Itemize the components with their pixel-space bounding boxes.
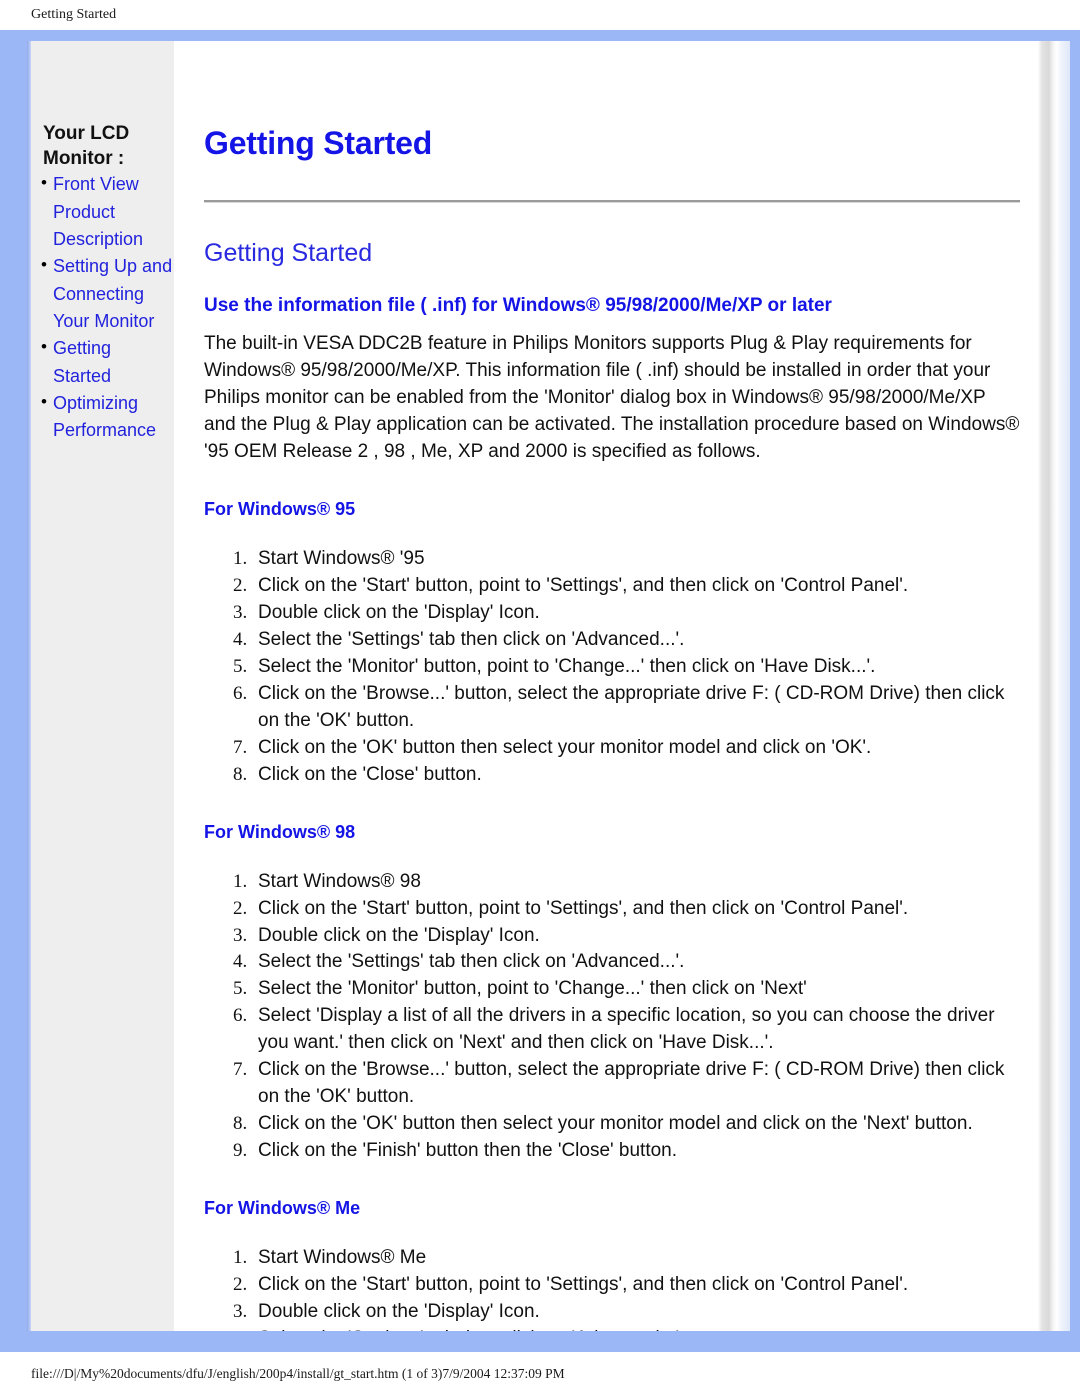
sidebar-item-label[interactable]: Setting Up and Connecting Your Monitor bbox=[53, 256, 172, 331]
document-page: Your LCD Monitor : • Front View Product … bbox=[31, 41, 1070, 1331]
sidebar-item-label[interactable]: Front View Product Description bbox=[53, 174, 143, 249]
list-item: Double click on the 'Display' Icon. bbox=[252, 1299, 1020, 1326]
os-heading-windows-me: For Windows® Me bbox=[204, 1198, 361, 1219]
bullet-icon: • bbox=[41, 173, 47, 193]
steps-list-windows-me: Start Windows® Me Click on the 'Start' b… bbox=[204, 1219, 1020, 1331]
list-item: Select 'Display a list of all the driver… bbox=[252, 1003, 1020, 1057]
sidebar-item-label[interactable]: Getting Started bbox=[53, 338, 111, 385]
footer-file-path: file:///D|/My%20documents/dfu/J/english/… bbox=[31, 1366, 565, 1381]
sidebar-inner: Your LCD Monitor : • Front View Product … bbox=[31, 121, 174, 445]
list-item: Double click on the 'Display' Icon. bbox=[252, 923, 1020, 950]
list-item: Click on the 'Browse...' button, select … bbox=[252, 681, 1020, 735]
page-frame: Your LCD Monitor : • Front View Product … bbox=[0, 30, 1080, 1352]
bullet-icon: • bbox=[41, 337, 47, 357]
list-item: Click on the 'Browse...' button, select … bbox=[252, 1057, 1020, 1111]
bullet-icon: • bbox=[41, 255, 47, 275]
list-item: Click on the 'OK' button then select you… bbox=[252, 735, 1020, 762]
bullet-icon: • bbox=[41, 392, 47, 412]
list-item: Double click on the 'Display' Icon. bbox=[252, 600, 1020, 627]
sidebar-title: Your LCD Monitor : bbox=[43, 123, 130, 170]
page-title: Getting Started bbox=[204, 125, 433, 161]
page-footer: file:///D|/My%20documents/dfu/J/english/… bbox=[0, 1352, 1080, 1397]
list-item: Select the 'Monitor' button, point to 'C… bbox=[252, 654, 1020, 681]
vertical-scrollbar[interactable] bbox=[1038, 41, 1070, 1331]
os-heading-windows-95: For Windows® 95 bbox=[204, 498, 356, 519]
sidebar-item-label[interactable]: Optimizing Performance bbox=[53, 393, 156, 440]
sidebar-navigation: Your LCD Monitor : • Front View Product … bbox=[31, 41, 174, 1331]
steps-list-windows-98: Start Windows® 98 Click on the 'Start' b… bbox=[204, 843, 1020, 1166]
list-item: Click on the 'Start' button, point to 'S… bbox=[252, 896, 1020, 923]
list-item: Click on the 'Close' button. bbox=[252, 762, 1020, 789]
steps-list-windows-95: Start Windows® '95 Click on the 'Start' … bbox=[204, 520, 1020, 789]
list-item: Select the 'Settings' tab then click on … bbox=[252, 1326, 1020, 1331]
list-item: Select the 'Settings' tab then click on … bbox=[252, 949, 1020, 976]
sidebar-link-list: • Front View Product Description • Setti… bbox=[31, 171, 174, 445]
os-heading-windows-98: For Windows® 98 bbox=[204, 821, 356, 842]
sidebar-item-optimizing[interactable]: • Optimizing Performance bbox=[41, 390, 174, 445]
list-item: Start Windows® Me bbox=[252, 1245, 1020, 1272]
list-item: Click on the 'Start' button, point to 'S… bbox=[252, 1272, 1020, 1299]
list-item: Click on the 'Finish' button then the 'C… bbox=[252, 1138, 1020, 1165]
main-content: Getting Started Getting Started Use the … bbox=[174, 41, 1038, 1331]
list-item: Click on the 'OK' button then select you… bbox=[252, 1111, 1020, 1138]
list-item: Select the 'Monitor' button, point to 'C… bbox=[252, 976, 1020, 1003]
list-item: Select the 'Settings' tab then click on … bbox=[252, 627, 1020, 654]
sidebar-item-setting-up[interactable]: • Setting Up and Connecting Your Monitor bbox=[41, 253, 174, 335]
list-item: Start Windows® 98 bbox=[252, 869, 1020, 896]
list-item: Start Windows® '95 bbox=[252, 546, 1020, 573]
sidebar-item-getting-started[interactable]: • Getting Started bbox=[41, 335, 174, 390]
content-inner: Getting Started Getting Started Use the … bbox=[174, 41, 1038, 1331]
intro-paragraph: The built-in VESA DDC2B feature in Phili… bbox=[204, 333, 1020, 462]
sidebar-item-front-view[interactable]: • Front View Product Description bbox=[41, 171, 174, 253]
breadcrumb: Getting Started bbox=[31, 7, 117, 22]
page-header: Getting Started bbox=[0, 0, 1080, 30]
subsection-title: Use the information file ( .inf) for Win… bbox=[204, 295, 832, 316]
list-item: Click on the 'Start' button, point to 'S… bbox=[252, 573, 1020, 600]
section-title: Getting Started bbox=[204, 239, 373, 267]
